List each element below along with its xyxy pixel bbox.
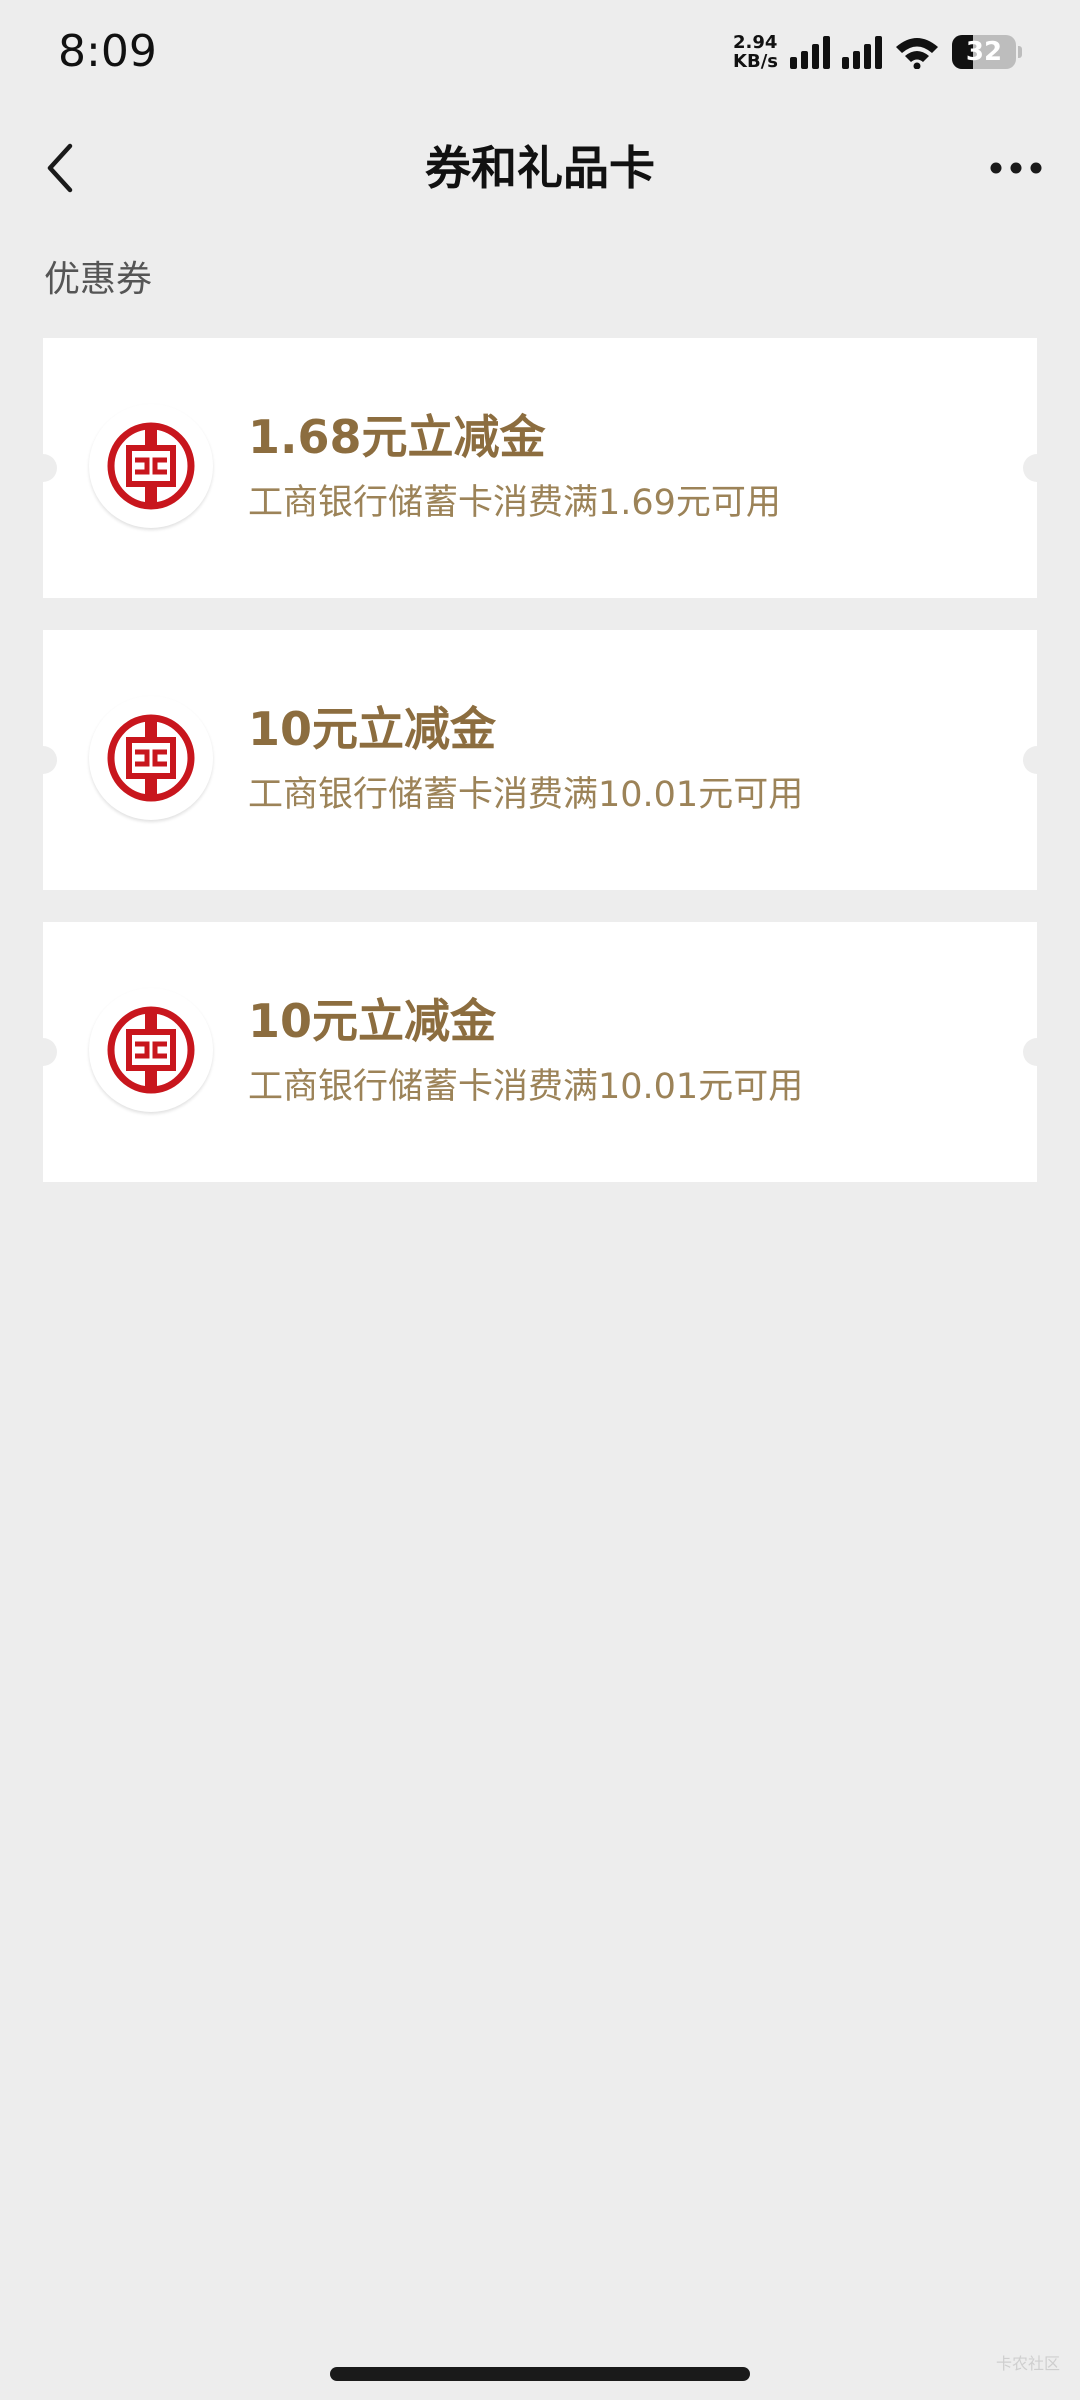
network-speed-unit: KB/s <box>733 51 778 72</box>
coupon-amount: 10元立减金 <box>248 994 497 1048</box>
coupon-card[interactable]: 1.68元立减金 工商银行储蓄卡消费满1.69元可用 <box>29 338 1051 598</box>
card-notch <box>1023 1038 1051 1066</box>
more-horizontal-icon <box>990 162 1042 174</box>
watermark: 卡农社区 <box>995 2354 1060 2373</box>
page-title: 券和礼品卡 <box>425 141 655 195</box>
card-notch <box>29 746 57 774</box>
coupon-condition: 工商银行储蓄卡消费满1.69元可用 <box>248 483 781 523</box>
network-speed: 2.94 KB/s <box>733 33 778 71</box>
coupon-card[interactable]: 10元立减金 工商银行储蓄卡消费满10.01元可用 <box>29 630 1051 890</box>
coupon-condition: 工商银行储蓄卡消费满10.01元可用 <box>248 775 804 815</box>
card-notch <box>29 454 57 482</box>
icbc-logo-icon <box>89 404 213 528</box>
section-label-coupons: 优惠券 <box>44 259 153 300</box>
status-icons: 2.94 KB/s 32 <box>733 30 1022 74</box>
home-indicator[interactable] <box>330 2367 750 2381</box>
status-time: 8:09 <box>58 26 157 77</box>
icbc-logo-icon <box>89 988 213 1112</box>
battery-tip <box>1018 46 1022 58</box>
battery-icon: 32 <box>952 35 1016 69</box>
coupon-condition: 工商银行储蓄卡消费满10.01元可用 <box>248 1067 804 1107</box>
coupon-list: 1.68元立减金 工商银行储蓄卡消费满1.69元可用 10元立减金 工商银行储蓄… <box>29 338 1051 1214</box>
coupon-amount: 10元立减金 <box>248 702 497 756</box>
card-notch <box>1023 454 1051 482</box>
status-bar: 8:09 2.94 KB/s 32 <box>0 0 1080 104</box>
coupon-card[interactable]: 10元立减金 工商银行储蓄卡消费满10.01元可用 <box>29 922 1051 1182</box>
signal-icon <box>790 35 830 69</box>
network-speed-value: 2.94 <box>733 32 778 53</box>
more-button[interactable] <box>976 138 1056 198</box>
wifi-icon <box>896 38 938 69</box>
card-notch <box>29 1038 57 1066</box>
card-notch <box>1023 746 1051 774</box>
coupon-amount: 1.68元立减金 <box>248 410 546 464</box>
signal-icon-2 <box>842 35 882 69</box>
nav-bar: 券和礼品卡 <box>0 112 1080 224</box>
icbc-logo-icon <box>89 696 213 820</box>
battery-level: 32 <box>965 37 1003 67</box>
